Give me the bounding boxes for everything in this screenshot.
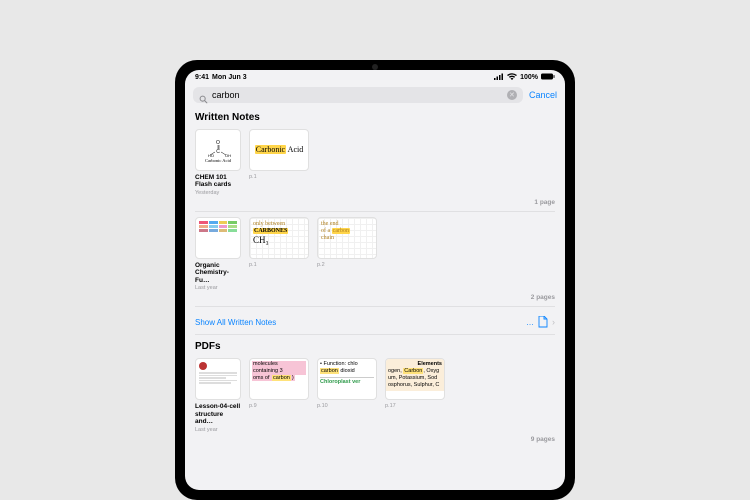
- note-title: Organic Chemistry- Fu…: [195, 262, 241, 284]
- search-input[interactable]: [212, 90, 503, 100]
- note-title: CHEM 101 Flash cards: [195, 174, 241, 189]
- pdf-thumb[interactable]: [195, 358, 241, 400]
- ellipsis-icon: …: [526, 318, 534, 327]
- page-indicator: p.1: [249, 174, 309, 180]
- section-title-pdfs: PDFs: [195, 341, 555, 352]
- status-time: 9:41: [195, 74, 209, 81]
- status-bar: 9:41 Mon Jun 3 100%: [185, 70, 565, 84]
- page-indicator: p.9: [249, 403, 309, 409]
- svg-text:C: C: [216, 149, 220, 155]
- page-thumb[interactable]: molecules containing 3 oms of carbon): [249, 358, 309, 400]
- page-thumb[interactable]: • Function: chlo carbon dioxid Chloropla…: [317, 358, 377, 400]
- cancel-button[interactable]: Cancel: [529, 90, 557, 100]
- page-indicator: p.2: [317, 262, 377, 268]
- status-date: Mon Jun 3: [212, 74, 247, 81]
- results: Written Notes OCHOOH Carbonic Acid CHEM …: [185, 108, 565, 490]
- page-thumb[interactable]: Elements ogen, Carbon, Oxyg um, Potassiu…: [385, 358, 445, 400]
- row-pagecount: 9 pages: [195, 433, 555, 448]
- search-row: ✕ Cancel: [185, 84, 565, 108]
- result-row: Organic Chemistry- Fu… Last year only be…: [195, 217, 555, 291]
- note-subtitle: Yesterday: [195, 190, 241, 196]
- page-thumb[interactable]: Carbonic Acid: [249, 129, 309, 171]
- show-all-written-notes[interactable]: Show All Written Notes … ›: [195, 312, 555, 335]
- wifi-icon: [507, 73, 517, 82]
- camera-dot: [372, 64, 378, 70]
- battery-icon: [541, 73, 555, 82]
- section-title-written-notes: Written Notes: [195, 112, 555, 123]
- note-thumb[interactable]: OCHOOH Carbonic Acid: [195, 129, 241, 171]
- page-thumb[interactable]: the end of a carbon chain: [317, 217, 377, 259]
- row-pagecount: 2 pages: [195, 291, 555, 307]
- pdf-subtitle: Last year: [195, 427, 241, 433]
- pdf-title: Lesson-04-cell structure and…: [195, 403, 241, 425]
- result-row: Lesson-04-cell structure and… Last year …: [195, 358, 555, 432]
- document-icon: [538, 316, 548, 328]
- search-icon: [199, 91, 208, 100]
- tablet-frame: 9:41 Mon Jun 3 100%: [175, 60, 575, 500]
- note-subtitle: Last year: [195, 285, 241, 291]
- molecule-icon: OCHOOH Carbonic Acid: [196, 130, 240, 170]
- note-thumb[interactable]: [195, 217, 241, 259]
- row-pagecount: 1 page: [195, 196, 555, 212]
- chevron-right-icon: ›: [552, 317, 555, 327]
- signal-icon: [494, 73, 504, 82]
- search-field[interactable]: ✕: [193, 87, 523, 103]
- page-indicator: p.1: [249, 262, 309, 268]
- battery-pct: 100%: [520, 74, 538, 81]
- page-indicator: p.17: [385, 403, 445, 409]
- page-indicator: p.10: [317, 403, 377, 409]
- result-row: OCHOOH Carbonic Acid CHEM 101 Flash card…: [195, 129, 555, 196]
- screen: 9:41 Mon Jun 3 100%: [185, 70, 565, 490]
- clear-icon[interactable]: ✕: [507, 90, 517, 100]
- page-thumb[interactable]: only between CARBONES CH₃: [249, 217, 309, 259]
